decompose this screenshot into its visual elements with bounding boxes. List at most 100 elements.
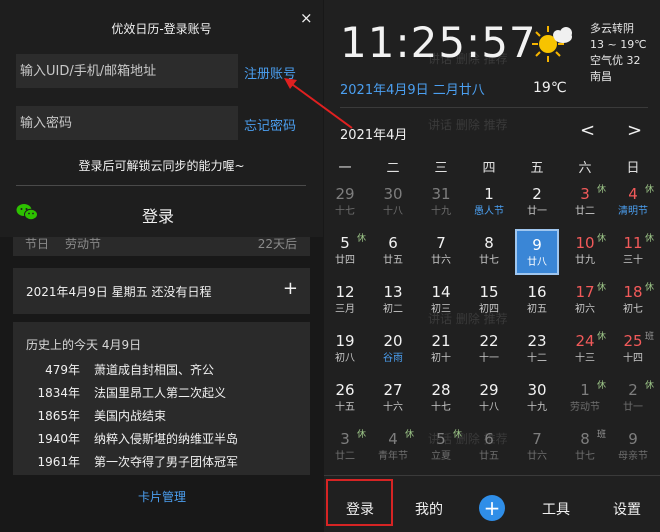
history-event: 第一次夺得了男子团体冠军 <box>94 455 239 469</box>
lunar-label: 廿一 <box>623 402 643 413</box>
rest-badge: 休 <box>356 430 366 440</box>
day-cell[interactable]: 8 廿七班 <box>563 425 607 471</box>
day-cell[interactable]: 7 廿六 <box>515 425 559 471</box>
day-number: 7 <box>436 234 446 252</box>
lunar-label: 十九 <box>431 206 451 217</box>
close-button[interactable]: × <box>300 9 313 27</box>
history-event: 纳粹入侵斯堪的纳维亚半岛 <box>94 432 239 446</box>
day-cell[interactable]: 27 十六 <box>371 376 415 422</box>
day-cell[interactable]: 30 十八 <box>371 180 415 226</box>
forgot-password-link[interactable]: 忘记密码 <box>244 115 296 134</box>
weather-info[interactable]: 多云转阴 13 ~ 19℃ 空气优 32 南昌 <box>590 21 647 85</box>
lunar-label: 廿五 <box>383 255 403 266</box>
lunar-label: 十九 <box>527 402 547 413</box>
day-cell[interactable]: 5 廿四休 <box>324 229 367 275</box>
tab-login[interactable]: 登录 <box>346 499 374 519</box>
day-cell[interactable]: 12 三月 <box>324 278 367 324</box>
rest-badge: 休 <box>404 430 414 440</box>
login-button[interactable]: 登录 <box>142 203 174 227</box>
weather-condition: 多云转阴 <box>590 22 634 35</box>
day-cell[interactable]: 18 初七休 <box>611 278 655 324</box>
password-input[interactable] <box>16 106 238 140</box>
day-cell[interactable]: 15 初四 <box>467 278 511 324</box>
day-cell[interactable]: 22 十一 <box>467 327 511 373</box>
lunar-label: 劳动节 <box>570 402 600 413</box>
day-cell[interactable]: 8 廿七 <box>467 229 511 275</box>
day-cell[interactable]: 17 初六休 <box>563 278 607 324</box>
day-cell[interactable]: 26 十五 <box>324 376 367 422</box>
day-cell[interactable]: 14 初三 <box>419 278 463 324</box>
rest-badge: 休 <box>452 430 462 440</box>
day-cell[interactable]: 4 青年节休 <box>371 425 415 471</box>
day-cell[interactable]: 16 初五 <box>515 278 559 324</box>
month-label[interactable]: 2021年4月 <box>340 124 407 143</box>
weekday-label: 日 <box>626 161 640 176</box>
day-number: 30 <box>527 381 547 399</box>
prev-month-button[interactable]: < <box>580 120 595 141</box>
day-cell[interactable]: 28 十七 <box>419 376 463 422</box>
wechat-icon[interactable] <box>16 203 38 221</box>
day-number: 19 <box>335 332 355 350</box>
day-cell[interactable]: 2 廿一休 <box>611 376 655 422</box>
history-row[interactable]: 1834年 法国里昂工人第二次起义 <box>26 384 226 401</box>
day-cell[interactable]: 5 立夏休 <box>419 425 463 471</box>
day-cell[interactable]: 24 十三休 <box>563 327 607 373</box>
uid-input[interactable] <box>16 54 238 88</box>
date-lunar-line[interactable]: 2021年4月9日 二月廿八 <box>340 79 485 98</box>
day-cell[interactable]: 20 谷雨 <box>371 327 415 373</box>
day-number: 9 <box>532 236 542 254</box>
lunar-label: 十四 <box>623 353 643 364</box>
day-cell[interactable]: 1 愚人节 <box>467 180 511 226</box>
day-number: 16 <box>527 283 547 301</box>
rest-badge: 休 <box>596 234 606 244</box>
day-cell[interactable]: 13 初二 <box>371 278 415 324</box>
rest-badge: 休 <box>596 283 606 293</box>
day-cell[interactable]: 4 清明节休 <box>611 180 655 226</box>
lunar-label: 谷雨 <box>383 353 403 364</box>
tab-tools[interactable]: 工具 <box>542 499 570 519</box>
add-button[interactable]: + <box>479 495 505 521</box>
history-card[interactable]: 历史上的今天 4月9日 479年 萧道成自封相国、齐公 1834年 法国里昂工人第二次… <box>13 322 310 475</box>
add-schedule-button[interactable]: + <box>283 278 298 299</box>
weekday-header: 一二三四五六日 <box>324 157 660 176</box>
weekday-label: 五 <box>530 161 544 176</box>
day-number: 9 <box>628 430 638 448</box>
history-row[interactable]: 479年 萧道成自封相国、齐公 <box>26 361 214 378</box>
register-link[interactable]: 注册账号 <box>244 63 296 82</box>
day-cell[interactable]: 6 廿五 <box>371 229 415 275</box>
day-cell[interactable]: 2 廿一 <box>515 180 559 226</box>
card-manage-link[interactable]: 卡片管理 <box>138 488 186 505</box>
day-cell[interactable]: 3 廿二休 <box>563 180 607 226</box>
day-cell[interactable]: 11 三十休 <box>611 229 655 275</box>
schedule-card[interactable]: 2021年4月9日 星期五 还没有日程 + <box>13 268 310 314</box>
lunar-label: 愚人节 <box>474 206 504 217</box>
day-cell[interactable]: 7 廿六 <box>419 229 463 275</box>
day-cell[interactable]: 30 十九 <box>515 376 559 422</box>
day-cell[interactable]: 29 十八 <box>467 376 511 422</box>
day-cell[interactable]: 6 廿五 <box>467 425 511 471</box>
day-cell[interactable]: 25 十四班 <box>611 327 655 373</box>
day-cell-today[interactable]: 9 廿八 <box>515 229 559 275</box>
day-cell[interactable]: 3 廿二休 <box>324 425 367 471</box>
day-cell[interactable]: 31 十九 <box>419 180 463 226</box>
history-row[interactable]: 1940年 纳粹入侵斯堪的纳维亚半岛 <box>26 430 238 447</box>
tab-settings[interactable]: 设置 <box>613 499 641 519</box>
holiday-label: 节日 <box>25 237 50 251</box>
tab-mine[interactable]: 我的 <box>415 499 443 519</box>
lunar-label: 廿一 <box>527 206 547 217</box>
day-cell[interactable]: 19 初八 <box>324 327 367 373</box>
day-cell[interactable]: 29 十七 <box>324 180 367 226</box>
next-month-button[interactable]: > <box>627 120 642 141</box>
ghost-text: 讲话 删除 推荐 <box>428 118 508 132</box>
history-row[interactable]: 1865年 美国内战结束 <box>26 407 166 424</box>
history-year: 1961年 <box>37 455 80 469</box>
day-cell[interactable]: 21 初十 <box>419 327 463 373</box>
weekday-label: 六 <box>578 161 592 176</box>
day-cell[interactable]: 10 廿九休 <box>563 229 607 275</box>
day-cell[interactable]: 23 十二 <box>515 327 559 373</box>
day-cell[interactable]: 1 劳动节休 <box>563 376 607 422</box>
history-row[interactable]: 1961年 第一次夺得了男子团体冠军 <box>26 453 238 470</box>
lunar-label: 初八 <box>335 353 355 364</box>
weekday-label: 四 <box>482 161 496 176</box>
day-cell[interactable]: 9 母亲节 <box>611 425 655 471</box>
